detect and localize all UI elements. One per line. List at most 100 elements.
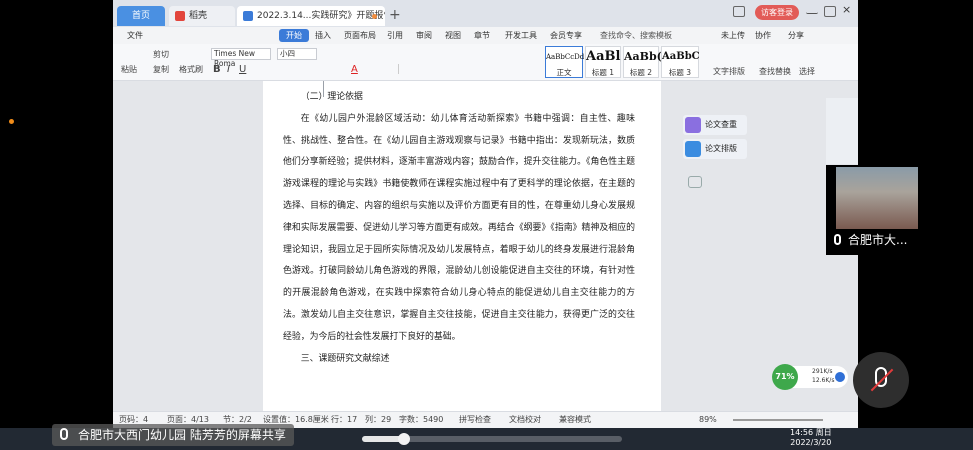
style-name: 标题 1 <box>591 68 615 77</box>
zoom-level[interactable]: 89% <box>699 412 717 428</box>
download-speed: 291K/s <box>812 368 833 375</box>
new-tab-plus-icon[interactable]: + <box>389 7 401 23</box>
style-sample: AaBbCcDd <box>546 53 585 61</box>
screen-share-text: 合肥市大西门幼儿园 陆芳芳的屏幕共享 <box>78 428 286 442</box>
participant-video <box>836 167 918 229</box>
clock-date: 2022/3/20 <box>790 438 832 447</box>
menu-file[interactable]: 文件 <box>127 30 143 41</box>
style-sample: AaBb( <box>624 50 662 63</box>
menu-insert[interactable]: 插入 <box>315 30 331 41</box>
compat-mode: 兼容模式 <box>559 415 591 424</box>
copy-button[interactable]: 复制 <box>153 64 169 75</box>
word-doc-icon <box>243 11 253 21</box>
command-search[interactable]: 查找命令、搜索模板 <box>600 30 672 41</box>
italic-button[interactable]: I <box>227 64 230 75</box>
unsaved-dot-icon[interactable] <box>372 14 377 19</box>
tab-home[interactable]: 首页 <box>117 6 165 26</box>
paper-check-button[interactable]: 论文查重 <box>683 115 747 135</box>
mic-icon <box>60 428 68 440</box>
wps-window: 首页 稻壳 2022.3.14...实践研究》开题报告 + 访客登录 × 文件 … <box>113 0 858 428</box>
doc-proof-button[interactable]: 文档校对 <box>509 412 541 428</box>
section-heading: （二）理论依据 <box>300 92 363 102</box>
paragraph: 在《幼儿园户外混龄区域活动：幼儿体育活动新探索》书籍中强调：自主性、趣味性、挑战… <box>283 113 635 342</box>
add-icon[interactable] <box>835 372 845 382</box>
title-bar: 首页 稻壳 2022.3.14...实践研究》开题报告 + 访客登录 × <box>113 0 858 27</box>
visitor-login-button[interactable]: 访客登录 <box>755 5 799 20</box>
style-heading-3[interactable]: AaBbC 标题 3 <box>661 46 700 78</box>
minimize-icon[interactable] <box>806 6 818 14</box>
mic-icon <box>834 234 841 245</box>
screen-share-label: 合肥市大西门幼儿园 陆芳芳的屏幕共享 <box>52 424 294 446</box>
daoke-icon <box>175 11 185 21</box>
menu-member[interactable]: 会员专享 <box>550 30 582 41</box>
tab-document[interactable]: 2022.3.14...实践研究》开题报告 <box>237 6 385 26</box>
menu-chapter[interactable]: 章节 <box>474 30 490 41</box>
network-speed-widget[interactable]: 71% 291K/s 12.6K/s <box>772 364 848 390</box>
clock-time: 14:56 周日 <box>790 428 832 437</box>
not-uploaded-button[interactable]: 未上传 <box>721 30 745 41</box>
menu-view[interactable]: 视图 <box>445 30 461 41</box>
menu-start[interactable]: 开始 <box>279 29 309 42</box>
status-line: 行：17 <box>331 415 358 424</box>
video-tile[interactable]: 合肥市大... <box>826 165 919 255</box>
status-words[interactable]: 字数：5490 <box>399 412 443 428</box>
style-name: 标题 2 <box>629 68 653 77</box>
share-button[interactable]: 分享 <box>788 30 804 41</box>
memory-percent: 71% <box>772 364 798 390</box>
text-layout-button[interactable]: 文字排版 <box>713 66 745 77</box>
document-body[interactable]: （二）理论依据 在《幼儿园户外混龄区域活动：幼儿体育活动新探索》书籍中强调：自主… <box>283 87 635 370</box>
style-name: 正文 <box>556 68 572 77</box>
font-color-button[interactable]: A <box>351 64 358 75</box>
tab-daoke-label: 稻壳 <box>189 11 208 21</box>
mute-mic-button[interactable] <box>853 352 909 408</box>
paper-layout-icon <box>685 141 701 157</box>
ribbon-toolbar: 粘贴 剪切 复制 格式刷 Times New Roma 小四 B I U A A… <box>113 44 858 81</box>
style-name: 标题 3 <box>668 68 692 77</box>
paper-check-icon <box>685 117 701 133</box>
bold-button[interactable]: B <box>213 64 221 75</box>
paste-button[interactable]: 粘贴 <box>121 64 137 75</box>
tab-document-label: 2022.3.14...实践研究》开题报告 <box>257 11 385 21</box>
format-painter-button[interactable]: 格式刷 <box>179 64 203 75</box>
playback-progress[interactable] <box>362 433 622 445</box>
side-panel: 论文查重 论文排版 <box>683 115 747 163</box>
document-canvas: （二）理论依据 在《幼儿园户外混龄区域活动：幼儿体育活动新探索》书籍中强调：自主… <box>113 81 858 411</box>
menu-review[interactable]: 审阅 <box>416 30 432 41</box>
find-replace-button[interactable]: 查找替换 <box>759 66 791 77</box>
taskbar-clock[interactable]: 14:56 周日 2022/3/20 <box>790 428 832 448</box>
menu-dev-tools[interactable]: 开发工具 <box>505 30 537 41</box>
zoom-slider[interactable] <box>733 419 823 421</box>
maximize-icon[interactable] <box>824 6 836 17</box>
font-size-select[interactable]: 小四 <box>277 48 317 60</box>
paper-layout-label: 论文排版 <box>705 144 737 153</box>
menu-references[interactable]: 引用 <box>387 30 403 41</box>
tab-daoke[interactable]: 稻壳 <box>169 6 235 26</box>
layout-icon[interactable] <box>733 6 745 17</box>
style-sample: AaBbC <box>662 51 700 62</box>
spell-check-button[interactable]: 拼写检查 <box>459 412 491 428</box>
orange-indicator-dot <box>9 119 14 124</box>
progress-knob[interactable] <box>397 433 410 445</box>
font-name-select[interactable]: Times New Roma <box>211 48 271 68</box>
paragraph-align-group[interactable] <box>398 64 498 74</box>
cut-button[interactable]: 剪切 <box>153 49 169 60</box>
menu-bar: 文件 开始 插入 页面布局 引用 审阅 视图 章节 开发工具 会员专享 查找命令… <box>113 27 858 44</box>
style-heading-2[interactable]: AaBb( 标题 2 <box>623 46 662 78</box>
right-side-strip <box>826 98 858 164</box>
style-sample: AaBl <box>586 49 621 64</box>
document-page[interactable]: （二）理论依据 在《幼儿园户外混龄区域活动：幼儿体育活动新探索》书籍中强调：自主… <box>263 81 661 411</box>
section-heading: 三、课题研究文献综述 <box>300 353 390 364</box>
menu-page-layout[interactable]: 页面布局 <box>344 30 376 41</box>
style-normal[interactable]: AaBbCcDd 正文 <box>545 46 585 78</box>
status-col: 列：29 <box>365 415 392 424</box>
paper-check-label: 论文查重 <box>705 120 737 129</box>
collab-button[interactable]: 协作 <box>755 30 771 41</box>
paper-layout-button[interactable]: 论文排版 <box>683 139 747 159</box>
underline-button[interactable]: U <box>239 64 246 75</box>
select-button[interactable]: 选择 <box>799 66 815 77</box>
panel-collapse-icon[interactable] <box>688 176 702 188</box>
close-icon[interactable]: × <box>842 4 854 16</box>
participant-name: 合肥市大... <box>832 231 907 248</box>
participant-name-label: 合肥市大... <box>848 233 908 247</box>
style-heading-1[interactable]: AaBl 标题 1 <box>585 46 621 78</box>
